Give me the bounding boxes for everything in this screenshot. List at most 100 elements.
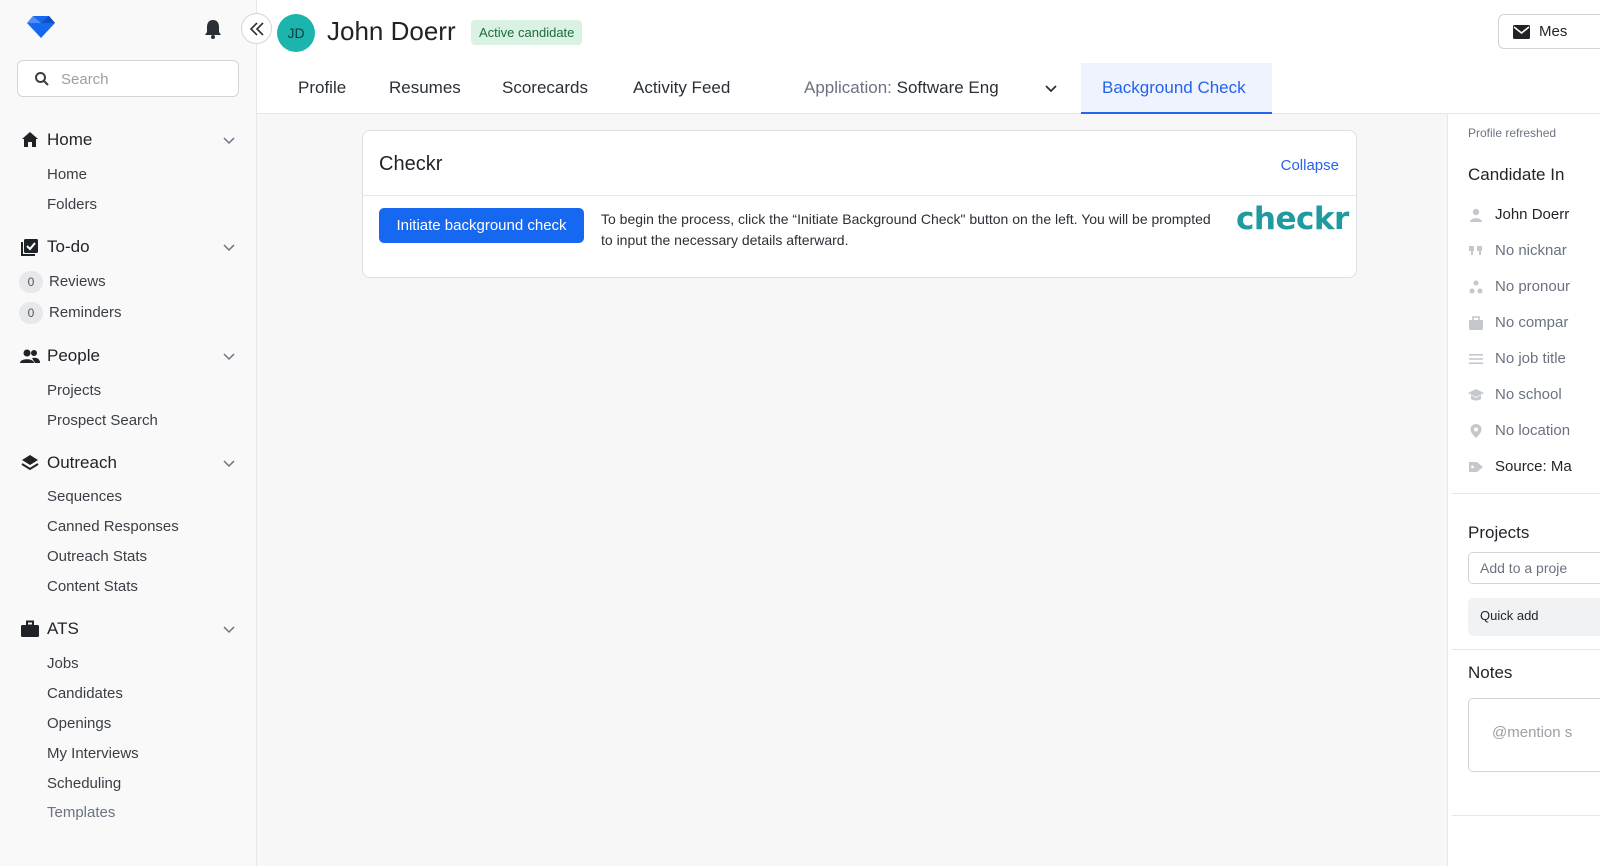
tab-background-check-label: Background Check xyxy=(1102,78,1246,97)
info-text: No school xyxy=(1495,386,1562,403)
sidebar-item-reviews[interactable]: Reviews xyxy=(49,273,106,290)
layers-icon xyxy=(21,455,39,471)
tag-icon xyxy=(1469,462,1483,472)
status-badge: Active candidate xyxy=(471,20,583,45)
bell-icon[interactable] xyxy=(202,18,224,40)
info-text: No compar xyxy=(1495,314,1569,331)
notes-placeholder: @mention s xyxy=(1492,724,1573,741)
sidebar-item-reminders[interactable]: Reminders xyxy=(49,304,122,321)
sidebar: Search Home Home Folders To-do 0 Reviews… xyxy=(0,0,257,866)
chevron-down-icon[interactable] xyxy=(222,623,236,637)
tab-profile[interactable]: Profile xyxy=(298,78,346,98)
info-text: No location xyxy=(1495,422,1571,439)
divider xyxy=(1452,815,1600,816)
candidate-header: JD John Doerr Active candidate Mes Profi… xyxy=(257,0,1600,114)
sidebar-section-label: To-do xyxy=(47,237,90,256)
candidate-name: John Doerr xyxy=(327,16,456,46)
sidebar-section-label: Outreach xyxy=(47,453,117,472)
chevron-down-icon[interactable] xyxy=(222,350,236,364)
sidebar-item-jobs[interactable]: Jobs xyxy=(47,655,79,672)
quick-add-label: Quick add xyxy=(1480,608,1539,623)
sidebar-item-projects[interactable]: Projects xyxy=(47,382,101,399)
people-icon xyxy=(20,349,40,363)
tab-application[interactable]: Application: Software Eng xyxy=(804,78,999,98)
chevron-down-icon[interactable] xyxy=(222,457,236,471)
candidate-info-panel: Profile refreshed Candidate In John Doer… xyxy=(1447,114,1600,866)
info-text: No job title xyxy=(1495,350,1566,367)
info-text: No nicknar xyxy=(1495,242,1567,259)
application-prefix: Application: xyxy=(804,78,892,97)
sidebar-section-ats[interactable]: ATS xyxy=(20,617,240,641)
tab-resumes[interactable]: Resumes xyxy=(389,78,461,98)
tab-background-check[interactable]: Background Check xyxy=(1081,63,1272,114)
info-text: John Doerr xyxy=(1495,206,1570,223)
pronoun-icon xyxy=(1469,280,1483,294)
checkr-logo: checkr xyxy=(1236,201,1349,237)
search-icon xyxy=(35,72,49,86)
projects-heading: Projects xyxy=(1468,523,1530,542)
search-placeholder: Search xyxy=(61,71,109,88)
sidebar-item-templates[interactable]: Templates xyxy=(47,804,115,821)
sidebar-item-sequences[interactable]: Sequences xyxy=(47,488,122,505)
initiate-background-check-button[interactable]: Initiate background check xyxy=(379,208,584,243)
candidate-info-heading: Candidate In xyxy=(1468,165,1565,184)
tab-scorecards[interactable]: Scorecards xyxy=(502,78,588,98)
info-text: No pronour xyxy=(1495,278,1571,295)
main-content: Checkr Collapse Initiate background chec… xyxy=(257,114,1447,866)
chevron-down-icon[interactable] xyxy=(1044,82,1058,96)
divider xyxy=(1452,493,1600,494)
graduation-cap-icon xyxy=(1468,389,1484,401)
reminders-count-badge: 0 xyxy=(19,302,43,324)
sidebar-item-scheduling[interactable]: Scheduling xyxy=(47,775,121,792)
divider xyxy=(363,195,1356,196)
location-pin-icon xyxy=(1470,424,1482,438)
sidebar-section-label: ATS xyxy=(47,619,79,638)
envelope-icon xyxy=(1513,25,1530,39)
divider xyxy=(1452,649,1600,650)
sidebar-item-prospect-search[interactable]: Prospect Search xyxy=(47,412,158,429)
quick-add-button[interactable]: Quick add xyxy=(1468,598,1600,636)
message-button[interactable]: Mes xyxy=(1498,14,1600,49)
sidebar-item-folders[interactable]: Folders xyxy=(47,196,97,213)
checklist-icon xyxy=(21,239,38,256)
home-icon xyxy=(22,132,38,147)
double-chevron-left-icon xyxy=(249,22,264,36)
application-value: Software Eng xyxy=(896,78,999,97)
add-to-project-input[interactable]: Add to a proje xyxy=(1468,552,1600,584)
sidebar-section-people[interactable]: People xyxy=(20,344,240,368)
sidebar-section-home[interactable]: Home xyxy=(20,128,240,152)
lines-icon xyxy=(1469,354,1483,364)
person-icon xyxy=(1470,208,1482,222)
sidebar-item-canned-responses[interactable]: Canned Responses xyxy=(47,518,179,535)
card-title: Checkr xyxy=(379,153,443,175)
sidebar-item-home[interactable]: Home xyxy=(47,166,87,183)
sidebar-section-todo[interactable]: To-do xyxy=(20,235,240,259)
sidebar-item-outreach-stats[interactable]: Outreach Stats xyxy=(47,548,147,565)
card-description: To begin the process, click the “Initiat… xyxy=(601,211,1211,248)
sidebar-section-outreach[interactable]: Outreach xyxy=(20,451,240,475)
notes-heading: Notes xyxy=(1468,663,1513,682)
briefcase-icon xyxy=(21,620,39,637)
notes-input[interactable]: @mention s xyxy=(1468,698,1600,772)
add-to-project-placeholder: Add to a proje xyxy=(1480,560,1568,576)
sidebar-item-my-interviews[interactable]: My Interviews xyxy=(47,745,139,762)
message-button-label: Mes xyxy=(1539,23,1568,40)
sidebar-section-label: Home xyxy=(47,130,93,149)
sidebar-item-openings[interactable]: Openings xyxy=(47,715,111,732)
sidebar-item-content-stats[interactable]: Content Stats xyxy=(47,578,138,595)
collapse-link[interactable]: Collapse xyxy=(1281,157,1339,174)
diamond-logo-icon[interactable] xyxy=(26,14,56,40)
sidebar-section-label: People xyxy=(47,346,100,365)
info-text: Source: Ma xyxy=(1495,458,1572,475)
reviews-count-badge: 0 xyxy=(19,271,43,293)
search-input[interactable]: Search xyxy=(17,60,239,97)
checkr-card: Checkr Collapse Initiate background chec… xyxy=(362,130,1357,278)
chevron-down-icon[interactable] xyxy=(222,241,236,255)
profile-refreshed-text: Profile refreshed xyxy=(1468,126,1557,140)
tab-activity-feed[interactable]: Activity Feed xyxy=(633,78,730,98)
quote-icon xyxy=(1469,246,1482,255)
collapse-sidebar-button[interactable] xyxy=(241,13,272,44)
briefcase-icon xyxy=(1469,316,1483,330)
sidebar-item-candidates[interactable]: Candidates xyxy=(47,685,123,702)
chevron-down-icon[interactable] xyxy=(222,134,236,148)
